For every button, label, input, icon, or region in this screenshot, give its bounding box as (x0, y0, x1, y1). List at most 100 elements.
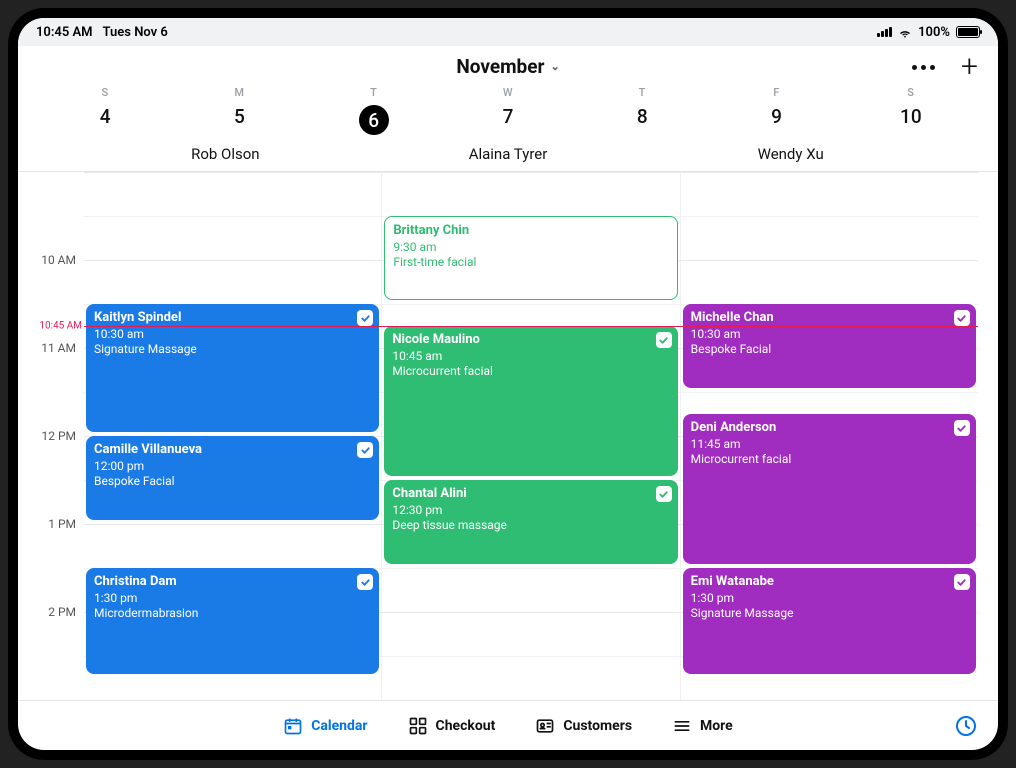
day-dow: S (38, 86, 172, 99)
clock-button[interactable] (954, 714, 978, 738)
day-8[interactable]: T8 (575, 86, 709, 135)
day-dow: W (441, 86, 575, 99)
time-column: 10 AM11 AM12 PM1 PM2 PM10:45 AM (18, 172, 84, 700)
day-num: 7 (441, 105, 575, 128)
check-icon (954, 310, 970, 326)
nav-label: Checkout (436, 718, 496, 734)
chevron-down-icon: ⌄ (550, 60, 559, 73)
signal-icon (877, 27, 892, 37)
event-time: 1:30 pm (94, 591, 371, 606)
more-icon (672, 716, 692, 736)
nav-customers[interactable]: Customers (535, 716, 632, 736)
event[interactable]: Nicole Maulino10:45 amMicrocurrent facia… (384, 326, 677, 476)
event-time: 12:30 pm (392, 503, 669, 518)
time-label: 11 AM (41, 341, 76, 355)
nav-label: Customers (563, 718, 632, 734)
event-name: Camille Villanueva (94, 442, 371, 458)
month-label: November (456, 55, 544, 78)
bottom-nav: Calendar Checkout Customers More (18, 700, 998, 750)
day-4[interactable]: S4 (38, 86, 172, 135)
statusbar: 10:45 AM Tues Nov 6 100% (18, 18, 998, 46)
weekday-row: S4M5T6W7T8F9S10 (18, 86, 998, 135)
event-name: Emi Watanabe (691, 574, 968, 590)
event[interactable]: Chantal Alini12:30 pmDeep tissue massage (384, 480, 677, 564)
calendar-column[interactable]: Kaitlyn Spindel10:30 amSignature Massage… (84, 172, 381, 700)
calendar-icon (283, 716, 303, 736)
now-indicator (84, 326, 978, 327)
calendar-column[interactable]: Michelle Chan10:30 amBespoke Facial Deni … (680, 172, 978, 700)
event-service: Microcurrent facial (691, 452, 968, 467)
day-dow: M (172, 86, 306, 99)
day-dow: T (575, 86, 709, 99)
day-num: 9 (709, 105, 843, 128)
event-time: 12:00 pm (94, 459, 371, 474)
more-options-button[interactable] (912, 65, 935, 70)
event[interactable]: Deni Anderson11:45 amMicrocurrent facial (683, 414, 976, 564)
day-num: 6 (359, 105, 389, 135)
day-6[interactable]: T6 (307, 86, 441, 135)
event-service: Deep tissue massage (392, 518, 669, 533)
event-service: Bespoke Facial (691, 342, 968, 357)
staff-name[interactable]: Wendy Xu (649, 145, 932, 163)
time-label: 12 PM (41, 429, 76, 443)
event[interactable]: Christina Dam1:30 pmMicrodermabrasion (86, 568, 379, 674)
check-icon (656, 486, 672, 502)
check-icon (656, 332, 672, 348)
day-num: 5 (172, 105, 306, 128)
nav-calendar[interactable]: Calendar (283, 716, 367, 736)
event-time: 10:30 am (94, 327, 371, 342)
day-num: 8 (575, 105, 709, 128)
battery-percent: 100% (918, 25, 950, 40)
check-icon (954, 420, 970, 436)
day-9[interactable]: F9 (709, 86, 843, 135)
nav-label: More (700, 718, 733, 734)
staff-row: Rob OlsonAlaina TyrerWendy Xu (18, 145, 998, 172)
event-time: 10:30 am (691, 327, 968, 342)
event[interactable]: Brittany Chin9:30 amFirst-time facial (384, 216, 677, 300)
time-label: 2 PM (48, 605, 76, 619)
day-dow: F (709, 86, 843, 99)
nav-label: Calendar (311, 718, 367, 734)
event[interactable]: Camille Villanueva12:00 pmBespoke Facial (86, 436, 379, 520)
add-button[interactable]: + (961, 52, 978, 82)
event-name: Deni Anderson (691, 420, 968, 436)
check-icon (357, 574, 373, 590)
wifi-icon (898, 25, 912, 39)
event-service: Microdermabrasion (94, 606, 371, 621)
header: November ⌄ + (18, 46, 998, 86)
check-icon (357, 442, 373, 458)
event-time: 1:30 pm (691, 591, 968, 606)
event[interactable]: Emi Watanabe1:30 pmSignature Massage (683, 568, 976, 674)
event-service: Signature Massage (691, 606, 968, 621)
staff-name[interactable]: Rob Olson (84, 145, 367, 163)
check-icon (357, 310, 373, 326)
now-label: 10:45 AM (39, 321, 82, 332)
event-name: Chantal Alini (392, 486, 669, 502)
day-10[interactable]: S10 (844, 86, 978, 135)
nav-checkout[interactable]: Checkout (408, 716, 496, 736)
event-time: 9:30 am (393, 240, 668, 255)
day-num: 4 (38, 105, 172, 128)
event-name: Brittany Chin (393, 223, 668, 239)
event-service: Bespoke Facial (94, 474, 371, 489)
event-name: Christina Dam (94, 574, 371, 590)
customers-icon (535, 716, 555, 736)
battery-icon (956, 26, 980, 38)
nav-more[interactable]: More (672, 716, 733, 736)
month-selector[interactable]: November ⌄ (456, 55, 559, 78)
event[interactable]: Michelle Chan10:30 amBespoke Facial (683, 304, 976, 388)
event-service: First-time facial (393, 255, 668, 270)
checkout-icon (408, 716, 428, 736)
staff-name[interactable]: Alaina Tyrer (367, 145, 650, 163)
event-name: Nicole Maulino (392, 332, 669, 348)
event[interactable]: Kaitlyn Spindel10:30 amSignature Massage (86, 304, 379, 432)
event-time: 10:45 am (392, 349, 669, 364)
event-service: Signature Massage (94, 342, 371, 357)
day-5[interactable]: M5 (172, 86, 306, 135)
day-7[interactable]: W7 (441, 86, 575, 135)
calendar-grid[interactable]: 10 AM11 AM12 PM1 PM2 PM10:45 AM Kaitlyn … (18, 172, 998, 700)
event-service: Microcurrent facial (392, 364, 669, 379)
day-dow: S (844, 86, 978, 99)
event-time: 11:45 am (691, 437, 968, 452)
calendar-column[interactable]: Brittany Chin9:30 amFirst-time facial Nic… (381, 172, 679, 700)
